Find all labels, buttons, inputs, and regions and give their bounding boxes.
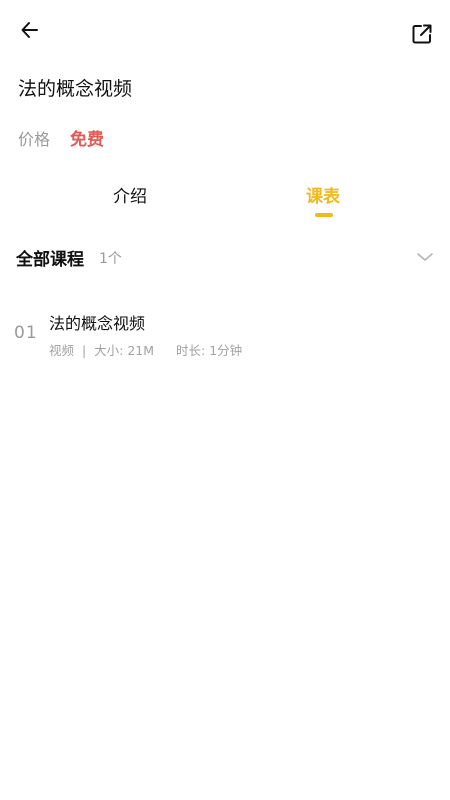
- back-button[interactable]: [16, 16, 44, 44]
- lesson-type: 视频: [49, 343, 75, 358]
- meta-separator: |: [78, 343, 91, 358]
- tab-schedule[interactable]: 课表: [306, 182, 340, 207]
- price-label: 价格: [18, 130, 51, 149]
- share-button[interactable]: [408, 20, 436, 48]
- external-share-icon: [412, 24, 432, 44]
- lesson-item[interactable]: 01 法的概念视频 视频 | 大小: 21M 时长: 1分钟: [14, 306, 434, 362]
- lesson-index: 01: [14, 323, 38, 343]
- price-row: 价格 免费: [18, 125, 104, 150]
- price-value: 免费: [70, 130, 105, 150]
- chevron-down-icon[interactable]: [416, 249, 434, 265]
- lesson-title: 法的概念视频: [49, 314, 146, 333]
- course-title: 法的概念视频: [18, 78, 133, 100]
- active-tab-indicator: [315, 213, 333, 217]
- course-detail-page: 法的概念视频 价格 免费 介绍 课表 全部课程 1个 01 法的概念视频 视频 …: [0, 0, 450, 800]
- lesson-meta: 视频 | 大小: 21M 时长: 1分钟: [49, 340, 242, 359]
- arrow-left-icon: [21, 22, 38, 38]
- lesson-duration: 时长: 1分钟: [176, 343, 243, 358]
- all-courses-header[interactable]: 全部课程 1个: [16, 245, 440, 270]
- tab-introduction[interactable]: 介绍: [113, 182, 147, 207]
- course-count: 1个: [99, 251, 122, 267]
- lesson-size: 大小: 21M: [94, 343, 155, 358]
- all-courses-title: 全部课程: [16, 250, 84, 270]
